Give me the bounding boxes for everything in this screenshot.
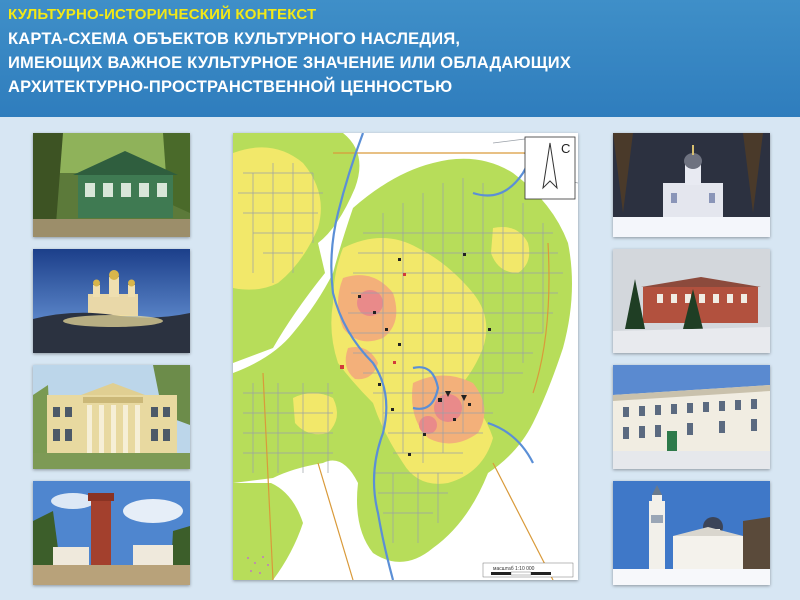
title-line-3: АРХИТЕКТУРНО-ПРОСТРАНСТВЕННОЙ ЦЕННОСТЬЮ — [8, 78, 453, 96]
photo-classical-manor-house — [33, 365, 190, 469]
photo-white-merchant-building — [613, 365, 770, 469]
photo-church-at-dusk — [33, 249, 190, 353]
photo-wooden-green-house — [33, 133, 190, 237]
scale-text: масштаб 1:10 000 — [493, 566, 535, 572]
heritage-map: С масштаб 1:10 000 — [233, 133, 578, 580]
photo-red-brick-water-tower — [33, 481, 190, 585]
section-subtitle: КУЛЬТУРНО-ИСТОРИЧЕСКИЙ КОНТЕКСТ — [8, 6, 317, 23]
title-line-2: ИМЕЮЩИХ ВАЖНОЕ КУЛЬТУРНОЕ ЗНАЧЕНИЕ ИЛИ О… — [8, 54, 572, 72]
header-banner: КУЛЬТУРНО-ИСТОРИЧЕСКИЙ КОНТЕКСТ КАРТА-СХ… — [0, 0, 800, 117]
north-arrow: С — [524, 136, 576, 200]
north-letter: С — [561, 141, 570, 156]
title-line-1: КАРТА-СХЕМА ОБЪЕКТОВ КУЛЬТУРНОГО НАСЛЕДИ… — [8, 30, 461, 48]
scale-bar: масштаб 1:10 000 — [482, 562, 574, 578]
photo-white-church-with-bell-tower — [613, 481, 770, 585]
photo-church-in-snow-at-night — [613, 133, 770, 237]
photo-red-brick-building-with-firs — [613, 249, 770, 353]
